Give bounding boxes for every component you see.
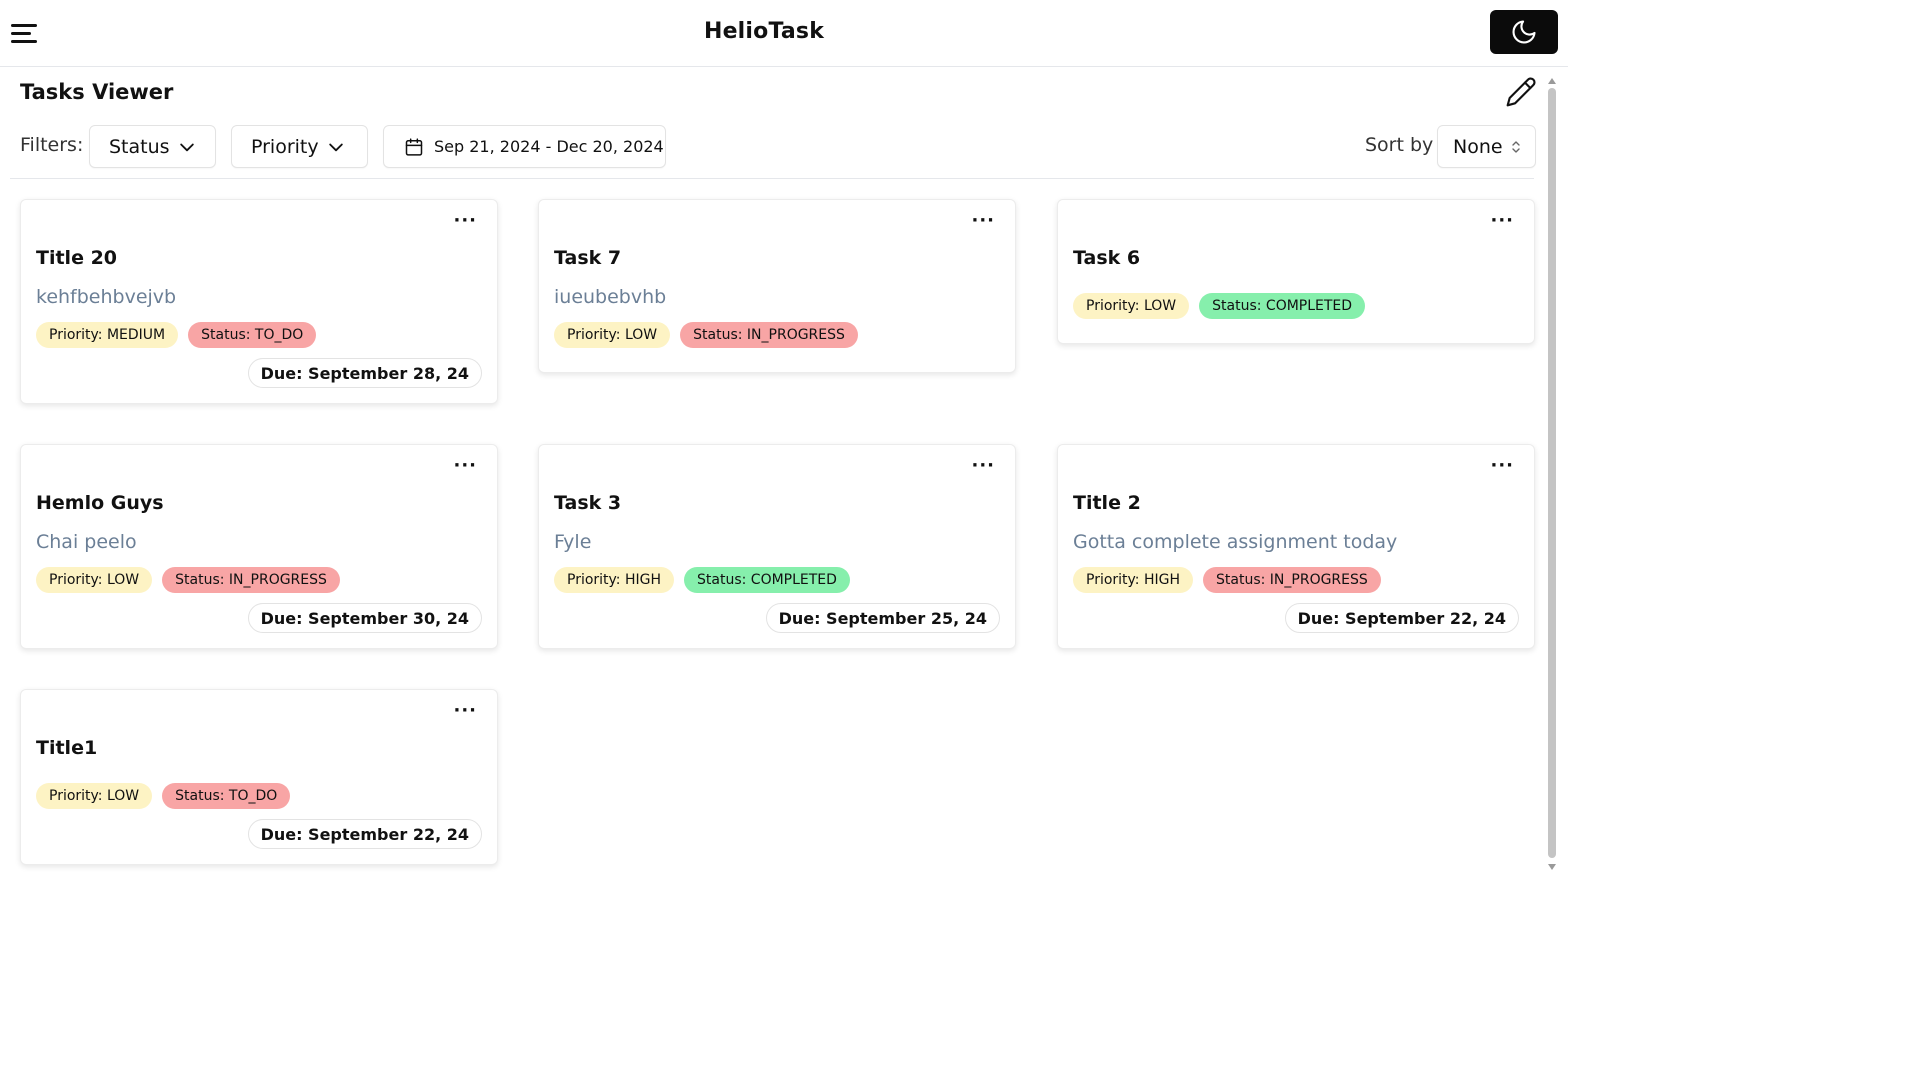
- priority-badge: Priority: LOW: [554, 322, 671, 348]
- more-options-icon[interactable]: ···: [453, 212, 477, 230]
- status-badge: Status: TO_DO: [188, 322, 317, 348]
- task-card[interactable]: ··· Title 20 kehfbehbvejvb Priority: MED…: [20, 199, 498, 404]
- status-badge: Status: IN_PROGRESS: [162, 567, 340, 593]
- filters-label: Filters:: [20, 134, 84, 156]
- priority-badge: Priority: MEDIUM: [36, 322, 179, 348]
- status-filter-label: Status: [109, 135, 170, 158]
- date-range-text: Sep 21, 2024 - Dec 20, 2024: [434, 137, 664, 156]
- chevron-updown-icon: [1511, 140, 1520, 153]
- task-tags: Priority: HIGH Status: COMPLETED: [554, 567, 850, 593]
- task-card[interactable]: ··· Hemlo Guys Chai peelo Priority: LOW …: [20, 444, 498, 649]
- status-badge: Status: TO_DO: [162, 783, 291, 809]
- task-tags: Priority: LOW Status: TO_DO: [36, 783, 291, 809]
- due-date-badge: Due: September 22, 24: [247, 819, 482, 849]
- status-badge: Status: COMPLETED: [684, 567, 850, 593]
- sort-select-value: None: [1453, 135, 1503, 158]
- edit-pencil-icon[interactable]: [1505, 76, 1537, 108]
- due-date-badge: Due: September 28, 24: [247, 358, 482, 388]
- task-title: Title 2: [1073, 492, 1141, 514]
- task-description: kehfbehbvejvb: [36, 286, 177, 308]
- theme-toggle-button[interactable]: [1490, 10, 1558, 54]
- task-card[interactable]: ··· Task 7 iueubebvhb Priority: LOW Stat…: [538, 199, 1016, 373]
- task-title: Title 20: [36, 247, 118, 269]
- priority-badge: Priority: HIGH: [1073, 567, 1194, 593]
- scroll-down-arrow-icon[interactable]: [1548, 864, 1556, 870]
- more-options-icon[interactable]: ···: [1490, 212, 1514, 230]
- moon-icon: [1512, 20, 1536, 44]
- chevron-down-icon: [328, 143, 343, 151]
- due-date-badge: Due: September 30, 24: [247, 603, 482, 633]
- task-title: Hemlo Guys: [36, 492, 164, 514]
- calendar-icon: [405, 137, 423, 156]
- task-title: Title1: [36, 737, 98, 759]
- more-options-icon[interactable]: ···: [971, 212, 995, 230]
- task-description: iueubebvhb: [554, 286, 667, 308]
- more-options-icon[interactable]: ···: [453, 457, 477, 475]
- priority-badge: Priority: LOW: [36, 567, 153, 593]
- app-header: HelioTask: [0, 0, 1568, 67]
- task-description: Gotta complete assignment today: [1073, 531, 1398, 553]
- priority-filter-button[interactable]: Priority: [231, 125, 368, 168]
- task-tags: Priority: LOW Status: IN_PROGRESS: [36, 567, 340, 593]
- due-date-badge: Due: September 25, 24: [765, 603, 1000, 633]
- task-tags: Priority: LOW Status: COMPLETED: [1073, 293, 1366, 319]
- priority-badge: Priority: LOW: [1073, 293, 1190, 319]
- task-description: Chai peelo: [36, 531, 137, 553]
- scrollbar-thumb[interactable]: [1548, 88, 1556, 858]
- status-badge: Status: COMPLETED: [1199, 293, 1366, 319]
- task-card[interactable]: ··· Title 2 Gotta complete assignment to…: [1057, 444, 1535, 649]
- task-description: Fyle: [554, 531, 592, 553]
- status-badge: Status: IN_PROGRESS: [1203, 567, 1381, 593]
- task-tags: Priority: MEDIUM Status: TO_DO: [36, 322, 317, 348]
- task-title: Task 7: [554, 247, 622, 269]
- priority-badge: Priority: HIGH: [554, 567, 675, 593]
- date-range-button[interactable]: Sep 21, 2024 - Dec 20, 2024: [383, 125, 666, 168]
- task-tags: Priority: HIGH Status: IN_PROGRESS: [1073, 567, 1381, 593]
- task-title: Task 3: [554, 492, 622, 514]
- sort-by-label: Sort by: [1365, 134, 1434, 156]
- scroll-up-arrow-icon[interactable]: [1548, 78, 1556, 84]
- status-filter-button[interactable]: Status: [89, 125, 216, 168]
- vertical-scrollbar[interactable]: [1546, 74, 1558, 872]
- status-badge: Status: IN_PROGRESS: [680, 322, 858, 348]
- task-title: Task 6: [1073, 247, 1141, 269]
- more-options-icon[interactable]: ···: [971, 457, 995, 475]
- more-options-icon[interactable]: ···: [453, 702, 477, 720]
- priority-badge: Priority: LOW: [36, 783, 153, 809]
- task-card[interactable]: ··· Task 6 Priority: LOW Status: COMPLET…: [1057, 199, 1535, 344]
- chevron-down-icon: [179, 143, 194, 151]
- more-options-icon[interactable]: ···: [1490, 457, 1514, 475]
- task-card[interactable]: ··· Title1 Priority: LOW Status: TO_DO D…: [20, 689, 498, 865]
- due-date-badge: Due: September 22, 24: [1284, 603, 1519, 633]
- priority-filter-label: Priority: [251, 135, 319, 158]
- app-title: HelioTask: [703, 19, 825, 44]
- sort-select[interactable]: None: [1437, 125, 1536, 168]
- page-title: Tasks Viewer: [20, 80, 174, 104]
- task-tags: Priority: LOW Status: IN_PROGRESS: [554, 322, 858, 348]
- task-card[interactable]: ··· Task 3 Fyle Priority: HIGH Status: C…: [538, 444, 1016, 649]
- toolbar-divider: [10, 178, 1534, 179]
